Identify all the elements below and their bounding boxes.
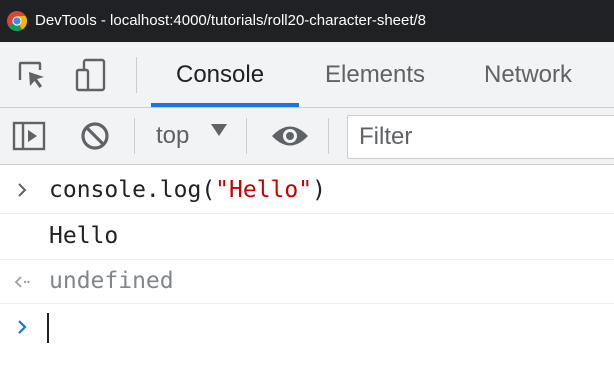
console-log-text: Hello [49,223,119,249]
code-suffix: ) [312,177,326,203]
window-title: DevTools - localhost:4000/tutorials/roll… [35,12,427,29]
inspect-element-icon[interactable] [17,60,47,90]
device-toolbar-icon[interactable] [74,58,110,92]
console-result-text: undefined [49,268,174,294]
console-prompt-input[interactable] [40,308,600,348]
console-log-row: Hello [0,214,614,260]
clear-console-icon[interactable] [79,120,111,152]
tab-elements[interactable]: Elements [325,42,425,107]
console-toolbar: top Filter [0,108,614,165]
tabbar-divider [136,57,137,93]
code-prefix: console.log( [49,177,216,203]
text-caret [47,313,49,343]
toolbar-divider-2 [246,118,247,154]
filter-input[interactable]: Filter [347,115,614,159]
console-result-row: undefined [0,260,614,304]
toolbar-divider-1 [134,118,135,154]
sidebar-toggle-icon[interactable] [12,121,46,151]
context-dropdown-arrow-icon[interactable] [210,123,228,137]
console-input-code: console.log("Hello") [49,177,326,203]
window-titlebar: DevTools - localhost:4000/tutorials/roll… [0,0,614,42]
tab-console[interactable]: Console [176,42,264,107]
toolbar-divider-3 [328,118,329,154]
active-tab-indicator [151,103,299,107]
prompt-chevron-icon [18,320,27,334]
chrome-logo-icon [7,11,27,31]
code-string: "Hello" [215,177,313,203]
console-input-row: console.log("Hello") [0,168,614,214]
devtools-tabbar: Console Elements Network [0,42,614,108]
live-expression-eye-icon[interactable] [271,123,309,149]
context-selector[interactable]: top [156,108,189,164]
filter-placeholder: Filter [359,123,413,150]
tab-network[interactable]: Network [484,42,572,107]
result-arrow-icon [14,276,30,288]
input-chevron-icon [18,183,27,197]
